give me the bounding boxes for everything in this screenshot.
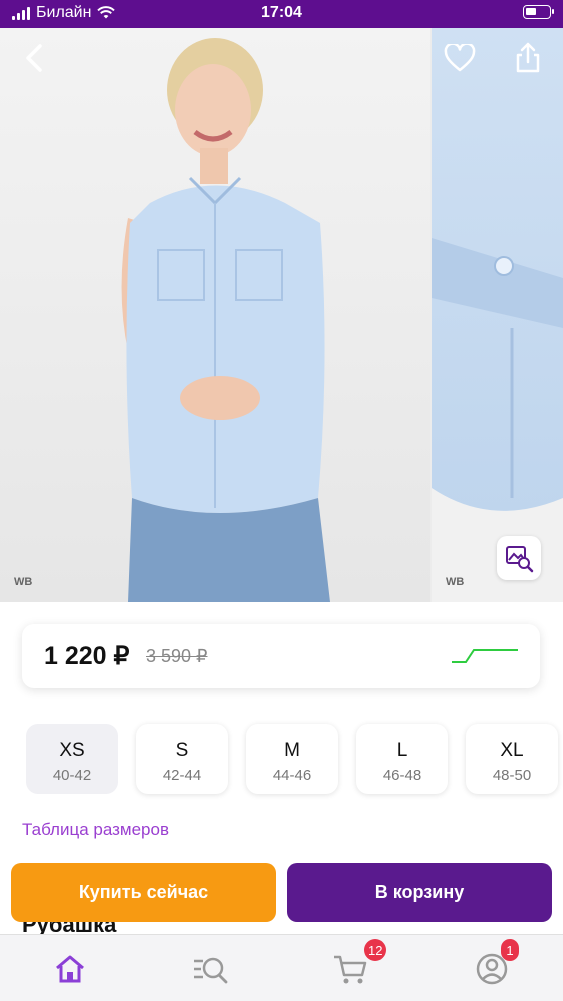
shirt-detail-illustration (432, 238, 563, 602)
visual-search-button[interactable] (497, 536, 541, 580)
size-label: M (284, 740, 300, 761)
product-photo-main[interactable] (0, 28, 430, 602)
share-icon (516, 42, 540, 73)
size-range: 44-46 (272, 767, 312, 784)
product-photo-detail[interactable] (432, 28, 563, 602)
model-illustration (121, 38, 330, 602)
size-label: S (175, 740, 189, 761)
size-range: 48-50 (492, 767, 532, 784)
status-bar: Билайн 17:04 (0, 0, 563, 28)
battery-icon (523, 5, 554, 19)
product-gallery[interactable] (0, 28, 563, 602)
size-label: XL (500, 740, 524, 761)
size-option-s[interactable]: S 42-44 (136, 724, 228, 794)
price-history-icon[interactable] (450, 644, 520, 668)
size-range: 46-48 (382, 767, 422, 784)
old-price: 3 590 ₽ (146, 646, 208, 666)
share-button[interactable] (508, 38, 548, 78)
back-button[interactable] (14, 38, 54, 78)
tab-cart[interactable] (330, 949, 370, 989)
size-selector: XS 40-42 S 42-44 M 44-46 L 46-48 XL 48-50 (26, 724, 563, 796)
cart-badge: 12 (364, 939, 387, 961)
add-to-cart-button[interactable]: В корзину (287, 863, 552, 922)
heart-icon (444, 44, 476, 72)
tab-home[interactable] (50, 949, 90, 989)
home-icon (56, 955, 84, 983)
size-range: 40-42 (52, 767, 92, 784)
profile-badge: 1 (501, 939, 519, 961)
bottom-tab-bar: 12 1 (0, 934, 563, 1001)
buy-now-button[interactable]: Купить сейчас (11, 863, 276, 922)
price-card[interactable]: 1 220 ₽ 3 590 ₽ (22, 624, 540, 688)
size-option-l[interactable]: L 46-48 (356, 724, 448, 794)
catalog-search-icon (194, 957, 228, 984)
size-label: XS (59, 740, 85, 761)
image-search-icon (506, 546, 534, 573)
size-table-link[interactable]: Таблица размеров (22, 820, 169, 840)
tab-catalog[interactable] (190, 949, 230, 989)
size-option-xl[interactable]: XL 48-50 (466, 724, 558, 794)
size-option-xs[interactable]: XS 40-42 (26, 724, 118, 794)
size-option-m[interactable]: M 44-46 (246, 724, 338, 794)
cart-icon (334, 955, 367, 984)
size-range: 42-44 (162, 767, 202, 784)
favorite-button[interactable] (440, 38, 480, 78)
clock: 17:04 (261, 4, 302, 21)
current-price: 1 220 ₽ (44, 642, 130, 670)
chevron-left-icon (26, 44, 42, 72)
size-label: L (396, 740, 408, 761)
